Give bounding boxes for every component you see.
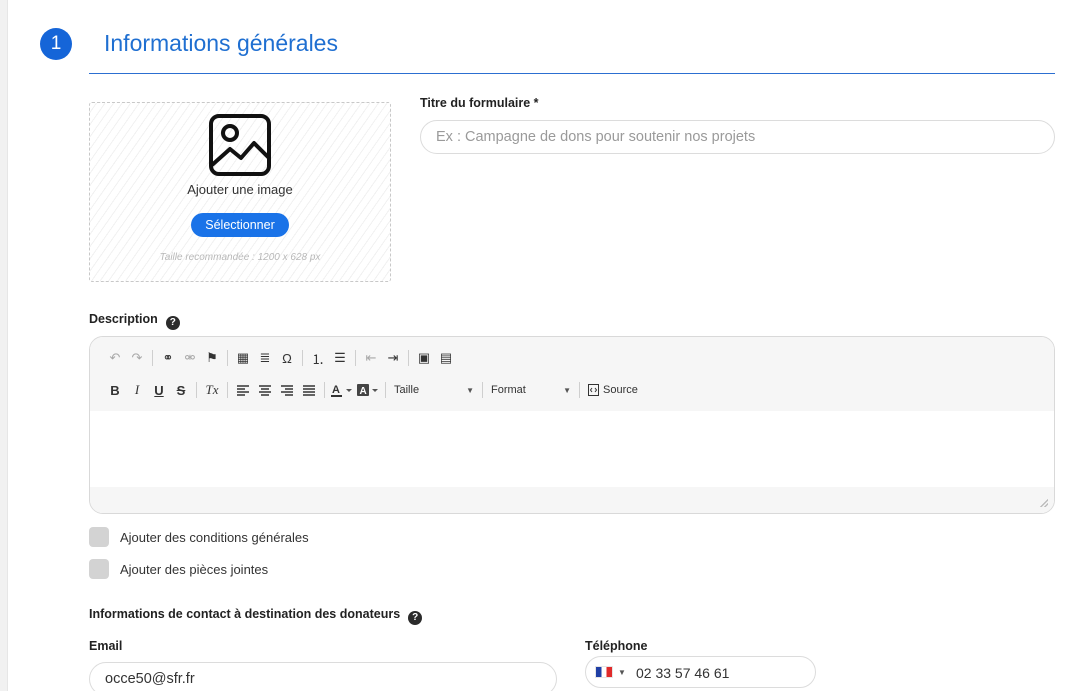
outdent-icon[interactable]: ⇤	[360, 347, 382, 369]
editor-toolbar: ↶ ↷ ⚭ ⚮ ⚑ ▦ ≣ Ω ⒈ ☰ ⇤ ⇥ ▣ ▤ B I U S Tx A…	[90, 337, 1054, 411]
bulleted-list-icon[interactable]: ☰	[329, 347, 351, 369]
horizontal-line-icon[interactable]: ≣	[254, 347, 276, 369]
image-icon	[209, 114, 271, 176]
text-color-icon[interactable]: A	[329, 379, 355, 401]
toolbar-separator	[355, 350, 356, 366]
attachments-option[interactable]: Ajouter des pièces jointes	[89, 559, 268, 579]
image-size-hint: Taille recommandée : 1200 x 628 px	[159, 252, 321, 263]
align-left-icon[interactable]	[232, 379, 254, 401]
attachments-label: Ajouter des pièces jointes	[120, 561, 269, 577]
country-selector[interactable]: ▼	[595, 666, 626, 678]
attachments-checkbox[interactable]	[89, 559, 109, 579]
background-color-icon[interactable]: A	[355, 379, 381, 401]
toolbar-separator	[227, 382, 228, 398]
email-input[interactable]	[89, 662, 557, 691]
select-image-button[interactable]: Sélectionner	[191, 213, 289, 237]
france-flag-icon	[595, 666, 613, 678]
link-icon[interactable]: ⚭	[157, 347, 179, 369]
editor-content-area[interactable]	[90, 411, 1054, 489]
chevron-down-icon: ▼	[563, 385, 571, 395]
table-icon[interactable]: ▦	[232, 347, 254, 369]
terms-checkbox[interactable]	[89, 527, 109, 547]
editor-footer	[90, 487, 1054, 513]
underline-button[interactable]: U	[148, 379, 170, 401]
toolbar-row-1: ↶ ↷ ⚭ ⚮ ⚑ ▦ ≣ Ω ⒈ ☰ ⇤ ⇥ ▣ ▤	[104, 347, 457, 369]
undo-icon[interactable]: ↶	[104, 347, 126, 369]
strikethrough-button[interactable]: S	[170, 379, 192, 401]
source-icon	[588, 384, 599, 396]
toolbar-separator	[196, 382, 197, 398]
left-border	[0, 0, 8, 691]
font-size-select[interactable]: Taille ▼	[390, 379, 478, 401]
align-center-icon[interactable]	[254, 379, 276, 401]
special-char-icon[interactable]: Ω	[276, 347, 298, 369]
toolbar-separator	[408, 350, 409, 366]
toolbar-separator	[579, 382, 580, 398]
form-title-input[interactable]	[420, 120, 1055, 154]
section-divider	[89, 73, 1055, 74]
remove-format-button[interactable]: Tx	[201, 379, 223, 401]
question-circle-icon[interactable]: ?	[408, 611, 423, 625]
contact-heading: Informations de contact à destination de…	[89, 607, 423, 625]
svg-text:A: A	[332, 384, 340, 396]
phone-value: 02 33 57 46 61	[636, 665, 730, 681]
unlink-icon[interactable]: ⚮	[179, 347, 201, 369]
toolbar-separator	[324, 382, 325, 398]
description-label: Description?	[89, 312, 180, 330]
bold-button[interactable]: B	[104, 379, 126, 401]
chevron-down-icon: ▼	[618, 667, 626, 677]
indent-icon[interactable]: ⇥	[382, 347, 404, 369]
align-justify-icon[interactable]	[298, 379, 320, 401]
resize-handle-icon[interactable]	[1040, 499, 1048, 507]
source-button[interactable]: Source	[584, 379, 642, 401]
phone-label: Téléphone	[585, 639, 648, 653]
format-select[interactable]: Format ▼	[487, 379, 575, 401]
terms-label: Ajouter des conditions générales	[120, 529, 309, 545]
phone-input[interactable]: ▼ 02 33 57 46 61	[585, 656, 816, 688]
insert-image-icon[interactable]: ▣	[413, 347, 435, 369]
section-title: Informations générales	[104, 30, 338, 56]
template-icon[interactable]: ▤	[435, 347, 457, 369]
add-image-label: Ajouter une image	[187, 182, 293, 197]
toolbar-separator	[385, 382, 386, 398]
toolbar-row-2: B I U S Tx A A Taille ▼ Format ▼ Source	[104, 379, 642, 401]
image-dropzone[interactable]: Ajouter une image Sélectionner Taille re…	[89, 102, 391, 282]
form-title-label: Titre du formulaire *	[420, 96, 539, 110]
redo-icon[interactable]: ↷	[126, 347, 148, 369]
chevron-down-icon: ▼	[466, 385, 474, 395]
toolbar-separator	[482, 382, 483, 398]
toolbar-separator	[302, 350, 303, 366]
align-right-icon[interactable]	[276, 379, 298, 401]
toolbar-separator	[227, 350, 228, 366]
numbered-list-icon[interactable]: ⒈	[307, 347, 329, 369]
svg-text:A: A	[360, 386, 367, 397]
step-number-badge: 1	[40, 28, 72, 60]
rich-text-editor[interactable]: ↶ ↷ ⚭ ⚮ ⚑ ▦ ≣ Ω ⒈ ☰ ⇤ ⇥ ▣ ▤ B I U S Tx A…	[89, 336, 1055, 514]
email-label: Email	[89, 639, 123, 653]
italic-button[interactable]: I	[126, 379, 148, 401]
anchor-icon[interactable]: ⚑	[201, 347, 223, 369]
question-circle-icon[interactable]: ?	[165, 316, 180, 330]
toolbar-separator	[152, 350, 153, 366]
terms-option[interactable]: Ajouter des conditions générales	[89, 527, 309, 547]
